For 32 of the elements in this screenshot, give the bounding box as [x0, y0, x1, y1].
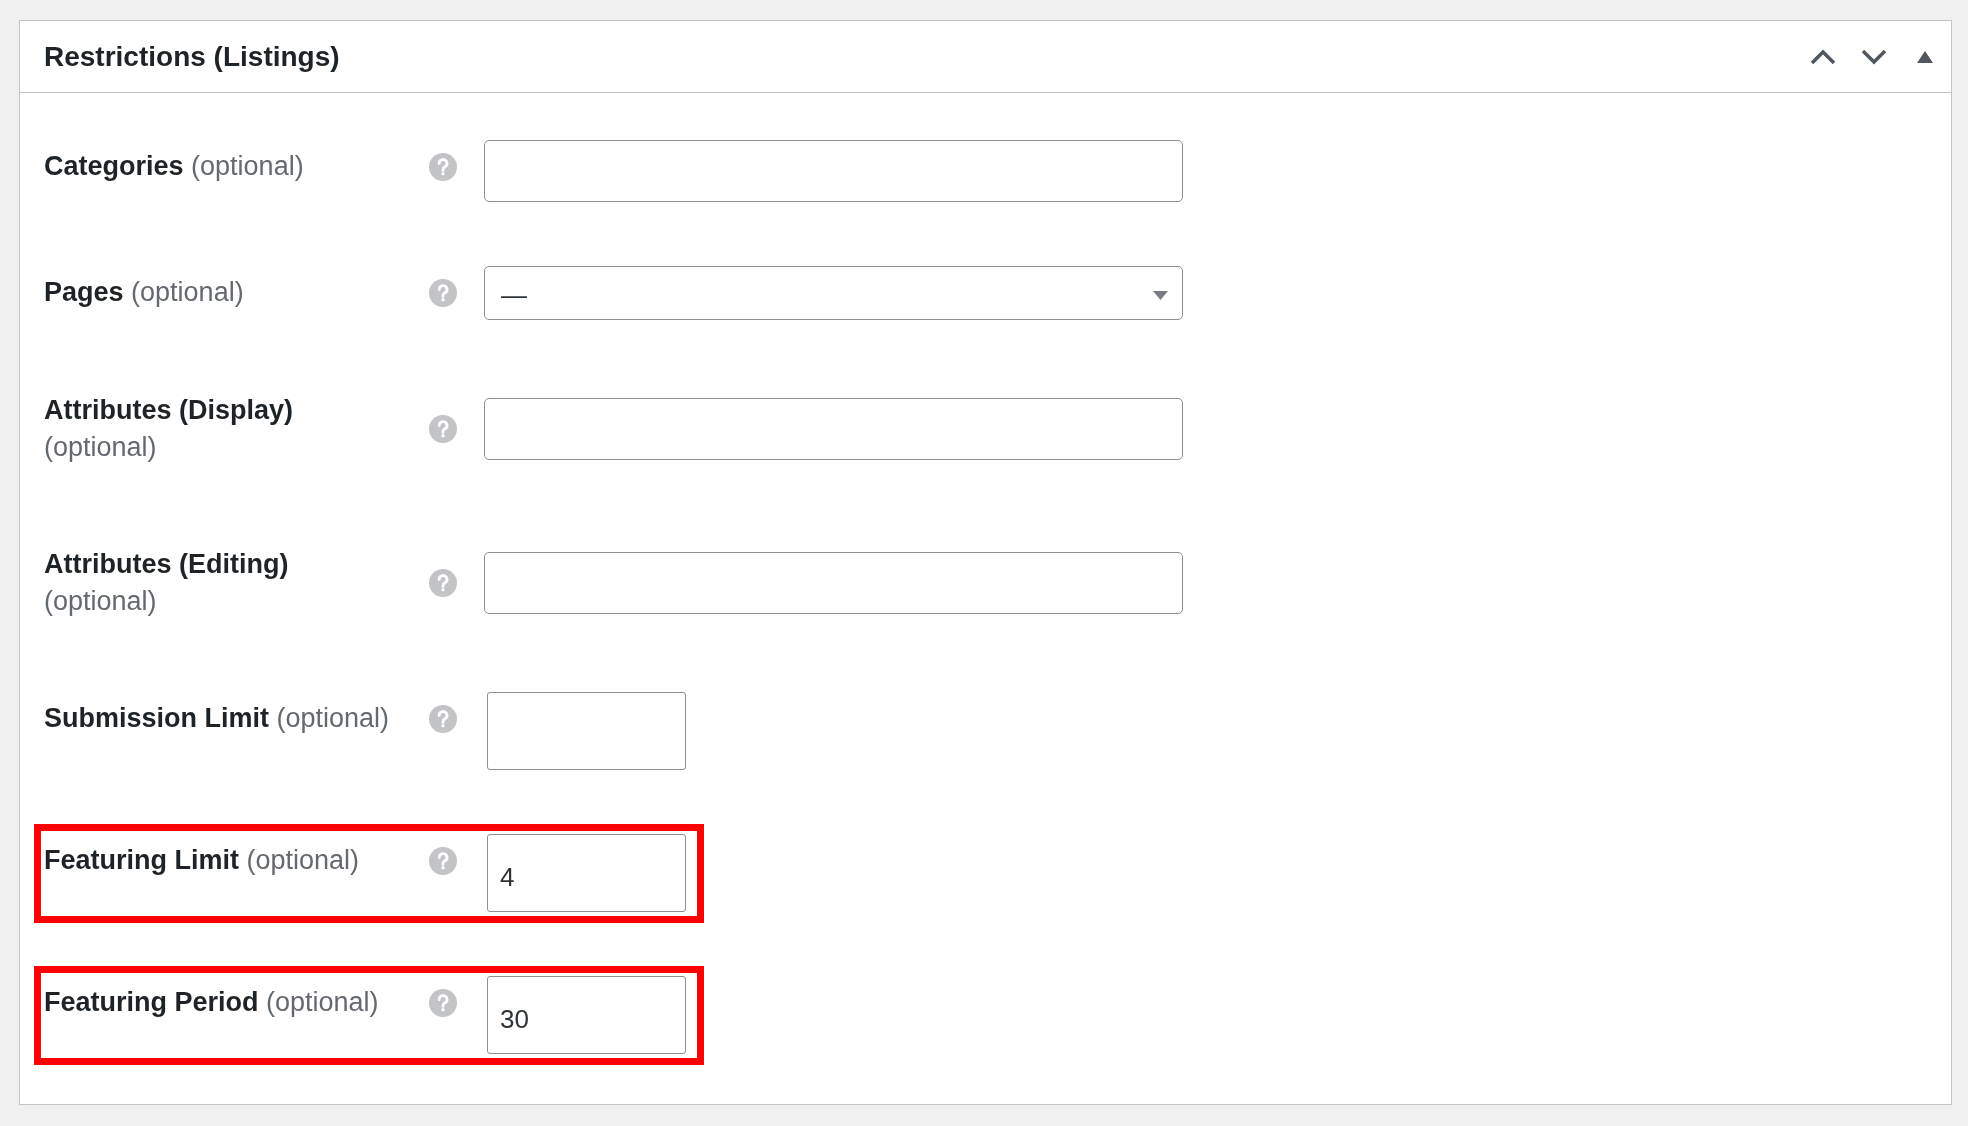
- chevron-up-icon: [1810, 48, 1836, 65]
- help-icon[interactable]: [429, 415, 457, 443]
- caret-down-icon: [1153, 290, 1168, 300]
- field-label: Pages: [44, 277, 124, 307]
- field-label: Attributes (Display): [44, 395, 294, 425]
- text-field[interactable]: [484, 552, 1183, 614]
- text-field[interactable]: [484, 140, 1183, 202]
- number-field[interactable]: 4: [487, 834, 686, 912]
- chevron-down-icon: [1861, 48, 1887, 65]
- optional-hint: (optional): [44, 586, 157, 616]
- number-field[interactable]: [487, 692, 686, 770]
- help-icon[interactable]: [429, 988, 457, 1017]
- field-label: Featuring Period: [44, 987, 259, 1017]
- help-icon[interactable]: [429, 704, 457, 733]
- optional-hint: (optional): [191, 151, 304, 181]
- help-icon[interactable]: [429, 846, 457, 875]
- field-label: Attributes (Editing): [44, 549, 289, 579]
- field-label: Categories: [44, 151, 184, 181]
- help-icon[interactable]: [429, 152, 457, 181]
- number-field[interactable]: 30: [487, 976, 686, 1054]
- panel-title: Restrictions (Listings): [44, 40, 340, 73]
- optional-hint: (optional): [131, 277, 244, 307]
- help-icon[interactable]: [429, 569, 457, 597]
- optional-hint: (optional): [276, 703, 390, 733]
- optional-hint: (optional): [246, 845, 360, 875]
- select-dropdown[interactable]: —: [484, 266, 1183, 320]
- optional-hint: (optional): [266, 987, 379, 1017]
- help-icon[interactable]: [429, 278, 457, 307]
- field-label: Submission Limit: [44, 703, 270, 733]
- text-field[interactable]: [484, 398, 1183, 460]
- field-label: Featuring Limit: [44, 845, 239, 875]
- optional-hint: (optional): [44, 432, 157, 462]
